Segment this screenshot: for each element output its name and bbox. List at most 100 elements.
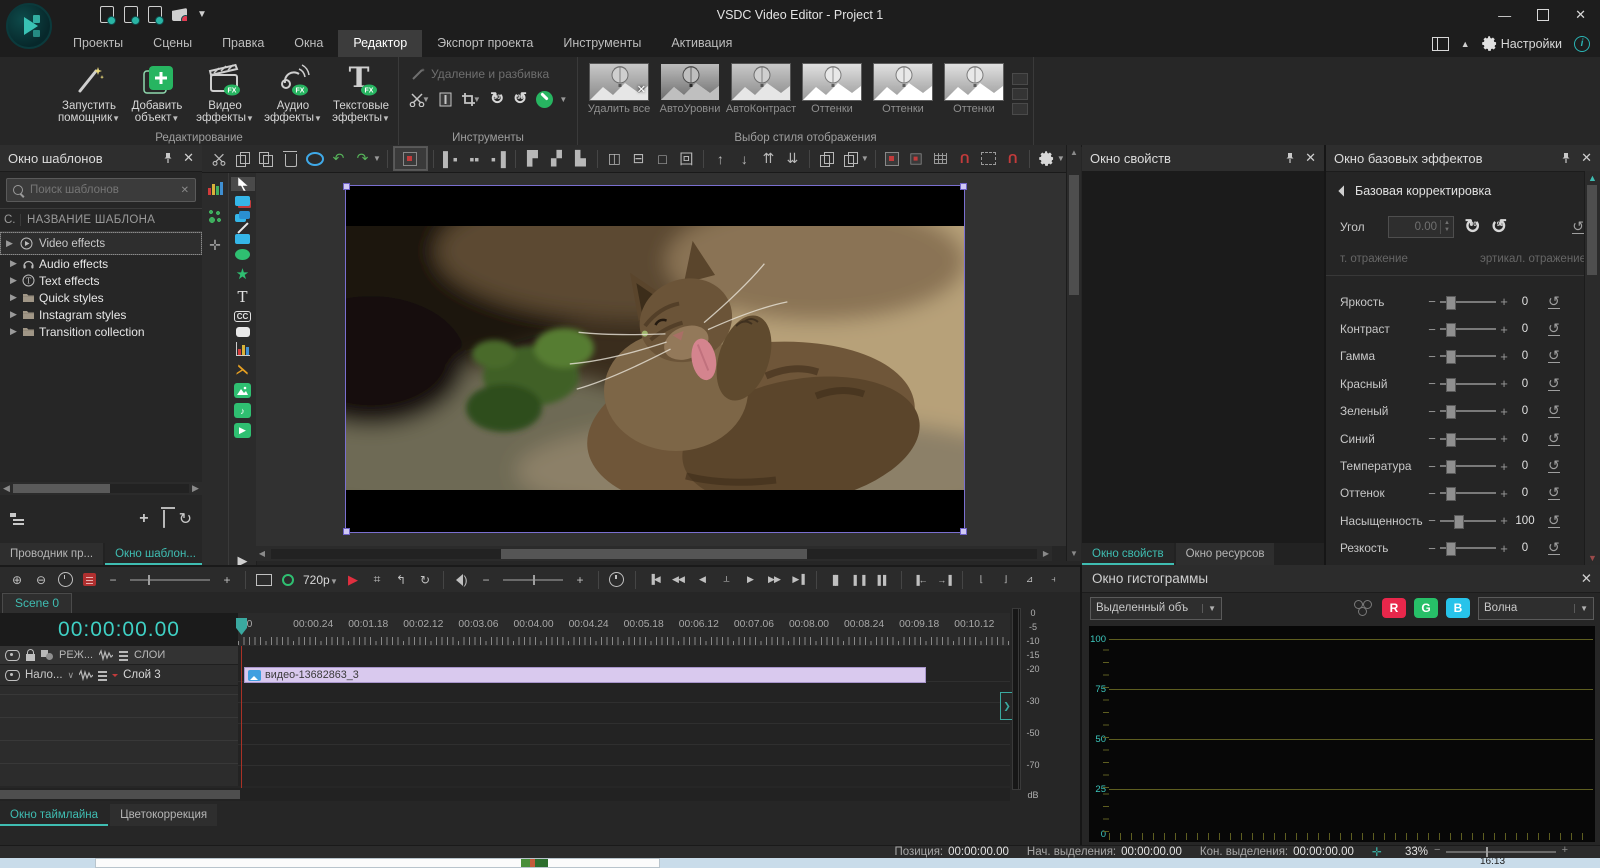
sprite-tool[interactable] (231, 196, 255, 206)
template-search[interactable]: ✕ (6, 178, 196, 202)
objects-column-icon[interactable] (41, 650, 53, 660)
scroll-right-icon[interactable]: ▶ (189, 483, 202, 494)
fit-page-icon[interactable]: 回 (676, 148, 697, 170)
redo-caret-icon[interactable]: ▼ (373, 154, 381, 163)
go-start-icon[interactable]: ▐◀ (645, 570, 663, 590)
menu-tab-scenes[interactable]: Сцены (138, 30, 207, 57)
collapse-ribbon-icon[interactable]: ▲ (1461, 39, 1470, 49)
slider-minus[interactable]: − (1426, 349, 1438, 364)
slider-minus[interactable]: − (1426, 541, 1438, 556)
properties-wrench-icon[interactable] (536, 91, 553, 108)
go-end-icon[interactable]: ▶▐ (789, 570, 807, 590)
slider-minus[interactable]: − (1426, 322, 1438, 337)
blue-channel-button[interactable]: B (1446, 598, 1470, 618)
tab-color-correction[interactable]: Цветокоррекция (110, 804, 217, 826)
effects-vscrollbar[interactable]: ▲ ▼ (1584, 171, 1600, 565)
green-channel-button[interactable]: G (1414, 598, 1438, 618)
paste-icon[interactable] (256, 148, 277, 170)
slider-plus[interactable]: + (1498, 322, 1510, 337)
slider-track[interactable] (1440, 355, 1496, 357)
tree-item-audio-effects[interactable]: ▶ Audio effects (0, 255, 202, 272)
marquee-icon[interactable] (978, 148, 999, 170)
info-icon[interactable]: i (1574, 36, 1590, 52)
templates-hscrollbar[interactable]: ◀ ▶ (0, 482, 202, 495)
pin-icon[interactable] (1285, 152, 1295, 164)
align-right-icon[interactable]: ▪▐ (488, 148, 509, 170)
style-thumb-remove-all[interactable]: ✕ Удалить все (586, 63, 652, 115)
move-down-icon[interactable]: ↓ (734, 148, 755, 170)
tab-timeline-window[interactable]: Окно таймлайна (0, 804, 108, 826)
cut-icon[interactable] (208, 148, 229, 170)
fit-scene-icon[interactable]: ✛ (1372, 845, 1382, 859)
reset-icon[interactable]: ↺ (1548, 295, 1560, 309)
keyframes-icon[interactable] (208, 209, 222, 223)
run-wizard-button[interactable]: Запустить помощник▼ (56, 61, 122, 125)
clear-search-icon[interactable]: ✕ (181, 185, 189, 196)
crop-tool-icon[interactable]: ▼ (461, 92, 481, 107)
star-tool[interactable]: ★ (231, 265, 255, 283)
layer-type-icon[interactable] (98, 670, 107, 681)
reset-icon[interactable]: ↺ (1548, 349, 1560, 363)
duplicate-tool[interactable] (231, 211, 255, 222)
align-top-icon[interactable]: ▛ (522, 148, 543, 170)
reset-icon[interactable]: ↺ (1548, 377, 1560, 391)
layers-alt-icon[interactable] (906, 148, 927, 170)
slider-plus[interactable]: + (1498, 431, 1510, 446)
image-tool[interactable] (231, 383, 255, 398)
style-thumb-tints-3[interactable]: Оттенки (941, 63, 1007, 115)
align-center-icon[interactable]: ▪▪ (464, 148, 485, 170)
fast-forward-icon[interactable]: ▶▶ (765, 570, 783, 590)
tree-item-video-effects[interactable]: ▶ Video effects (0, 232, 202, 255)
style-thumb-tints-2[interactable]: Оттенки (870, 63, 936, 115)
slider-minus[interactable]: − (1426, 294, 1438, 309)
animation-tool[interactable]: ⋋ (231, 361, 255, 378)
menu-tab-projects[interactable]: Проекты (58, 30, 138, 57)
zoom-in-timeline-icon[interactable]: ⊕ (8, 570, 26, 590)
slider-track[interactable] (1440, 328, 1496, 330)
menu-tab-activation[interactable]: Активация (656, 30, 747, 57)
timeline-zoom-slider[interactable] (130, 579, 210, 581)
ellipse-select-icon[interactable] (304, 148, 325, 170)
refresh-preview-icon[interactable]: ↻ (416, 570, 434, 590)
slider-minus[interactable]: − (1426, 404, 1438, 419)
move-up-icon[interactable]: ↑ (710, 148, 731, 170)
center-v-icon[interactable]: ⊟ (628, 148, 649, 170)
slider-track[interactable] (1440, 438, 1496, 440)
pin-icon[interactable] (1561, 152, 1571, 164)
preview-quality-icon[interactable] (279, 570, 297, 590)
histogram-mode-select[interactable]: Волна ▼ (1478, 597, 1594, 620)
tab-properties[interactable]: Окно свойств (1082, 543, 1174, 565)
jump-to-in-icon[interactable]: ▐← (911, 570, 929, 590)
slider-plus[interactable]: + (1498, 404, 1510, 419)
grid-icon[interactable] (930, 148, 951, 170)
view-settings-gear-icon[interactable] (1036, 148, 1057, 170)
slider-track[interactable] (1440, 465, 1496, 467)
reset-icon[interactable]: ↺ (1548, 541, 1560, 555)
slider-track[interactable] (1440, 383, 1496, 385)
close-histogram-icon[interactable]: ✕ (1581, 571, 1592, 587)
align-left-icon[interactable]: ▌▪ (440, 148, 461, 170)
chart-tool[interactable] (231, 342, 255, 356)
set-pause-marker-icon[interactable]: ▌▐ (850, 570, 868, 590)
angle-spinner[interactable]: 0.00 ▲▼ (1388, 216, 1454, 238)
video-frame[interactable] (345, 185, 965, 533)
volume-slider[interactable] (503, 579, 563, 581)
split-parts2-icon[interactable]: ⫞ (1044, 570, 1062, 590)
visibility-column-icon[interactable] (5, 650, 20, 661)
jump-to-out-icon[interactable]: →▐ (935, 570, 953, 590)
center-h-icon[interactable]: ◫ (604, 148, 625, 170)
slider-minus[interactable]: − (1426, 376, 1438, 391)
fit-icon[interactable]: □ (652, 148, 673, 170)
move-tool-icon[interactable]: ✛ (209, 237, 221, 254)
menu-tab-edit[interactable]: Правка (207, 30, 279, 57)
layer-type-caret-icon[interactable] (112, 674, 118, 680)
cut-end-icon[interactable]: ⌋ (996, 570, 1014, 590)
section-collapse-icon[interactable] (1338, 185, 1349, 196)
menu-tab-windows[interactable]: Окна (279, 30, 338, 57)
maximize-button[interactable] (1537, 9, 1549, 21)
layout-icon[interactable] (1432, 37, 1449, 51)
expand-caret-icon[interactable]: ▶ (6, 238, 14, 249)
reset-icon[interactable]: ↺ (1548, 514, 1560, 528)
expand-caret-icon[interactable]: ▶ (10, 275, 18, 286)
slider-minus[interactable]: − (1426, 459, 1438, 474)
